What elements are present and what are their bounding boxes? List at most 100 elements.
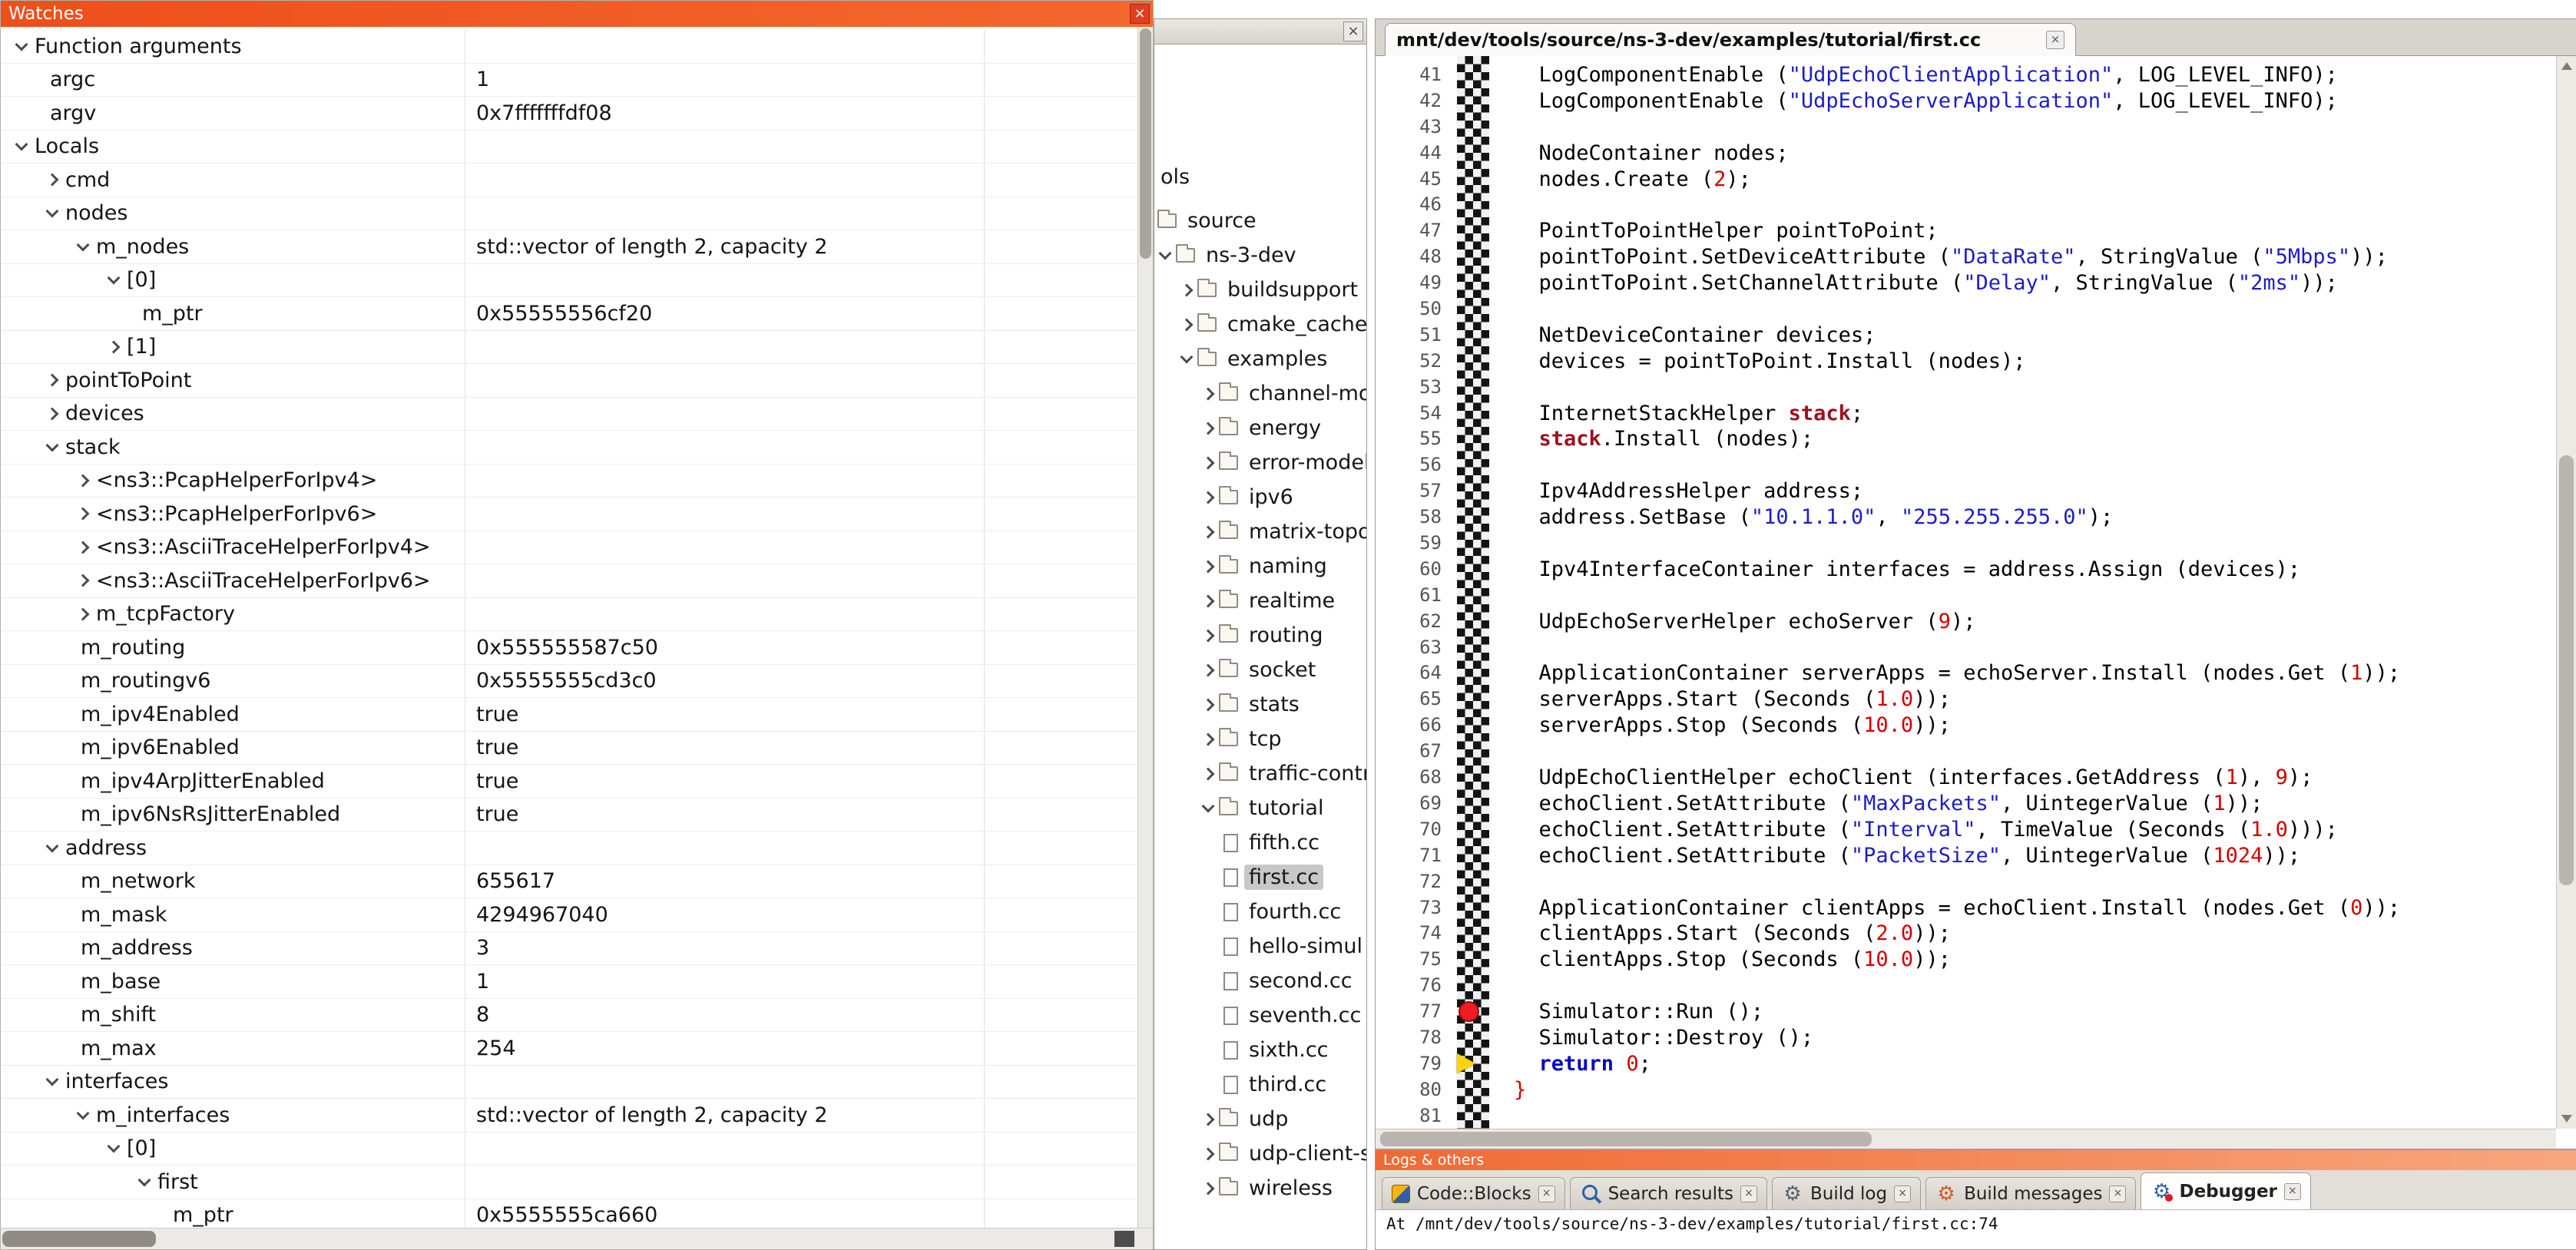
watch-row[interactable]: m_max254 bbox=[1, 1032, 1137, 1066]
expand-icon[interactable] bbox=[1202, 560, 1215, 573]
line-number[interactable]: 48 bbox=[1376, 244, 1449, 270]
expander[interactable] bbox=[1199, 493, 1217, 502]
tree-item-first-cc[interactable]: first.cc bbox=[1154, 860, 1366, 895]
watch-row[interactable]: address bbox=[1, 832, 1137, 865]
watch-row[interactable]: <ns3::AsciiTraceHelperForIpv6> bbox=[1, 564, 1137, 598]
expander[interactable] bbox=[1177, 320, 1196, 329]
expander[interactable] bbox=[1177, 356, 1196, 362]
expand-icon[interactable] bbox=[1202, 767, 1215, 780]
line-number[interactable]: 67 bbox=[1376, 739, 1449, 765]
line-number[interactable]: 50 bbox=[1376, 296, 1449, 322]
expand-icon[interactable] bbox=[46, 174, 59, 187]
watch-row[interactable]: devices bbox=[1, 398, 1137, 432]
line-number[interactable]: 62 bbox=[1376, 609, 1449, 635]
tree-item-fifth-cc[interactable]: fifth.cc bbox=[1154, 825, 1366, 860]
expander[interactable] bbox=[8, 144, 35, 149]
editor-vscrollbar[interactable] bbox=[2556, 56, 2576, 1129]
expand-icon[interactable] bbox=[1180, 318, 1194, 331]
expand-icon[interactable] bbox=[1202, 422, 1215, 435]
line-number[interactable]: 63 bbox=[1376, 635, 1449, 661]
tree-item-examples[interactable]: examples bbox=[1154, 342, 1366, 376]
watch-row[interactable]: cmd bbox=[1, 164, 1137, 197]
tree-item-channel-mod[interactable]: channel-mod bbox=[1154, 376, 1366, 411]
expander[interactable] bbox=[39, 409, 65, 418]
expander[interactable] bbox=[39, 1079, 65, 1084]
expander[interactable] bbox=[39, 175, 65, 184]
line-number[interactable]: 64 bbox=[1376, 660, 1449, 686]
line-number[interactable]: 60 bbox=[1376, 557, 1449, 583]
expand-icon[interactable] bbox=[77, 574, 90, 587]
expander[interactable] bbox=[39, 375, 65, 385]
collapse-icon[interactable] bbox=[108, 272, 121, 285]
collapse-icon[interactable] bbox=[1180, 351, 1194, 364]
scrollbar-thumb[interactable] bbox=[1140, 28, 1151, 259]
watch-row[interactable]: nodes bbox=[1, 197, 1137, 231]
collapse-icon[interactable] bbox=[77, 1106, 90, 1119]
expander[interactable] bbox=[1199, 597, 1217, 606]
close-icon[interactable]: × bbox=[1894, 1186, 1911, 1202]
line-number[interactable]: 66 bbox=[1376, 713, 1449, 739]
tree-item-seventh-cc[interactable]: seventh.cc bbox=[1154, 998, 1366, 1033]
line-number[interactable]: 42 bbox=[1376, 88, 1449, 114]
tree-item-ipv6[interactable]: ipv6 bbox=[1154, 480, 1366, 514]
logs-tab-code-blocks[interactable]: Code::Blocks× bbox=[1382, 1177, 1565, 1209]
watch-row[interactable]: [1] bbox=[1, 331, 1137, 365]
editor-tab-first-cc[interactable]: mnt/dev/tools/source/ns-3-dev/examples/t… bbox=[1385, 23, 2076, 56]
scrollbar-thumb[interactable] bbox=[1380, 1132, 1872, 1146]
close-icon[interactable]: × bbox=[1343, 21, 1363, 41]
tree-item-udp[interactable]: udp bbox=[1154, 1102, 1366, 1136]
expander[interactable] bbox=[101, 1146, 127, 1151]
expander[interactable] bbox=[70, 543, 96, 552]
tree-item-wireless[interactable]: wireless bbox=[1154, 1171, 1366, 1205]
expander[interactable] bbox=[1199, 389, 1217, 398]
tree-item-traffic-contro[interactable]: traffic-contro bbox=[1154, 756, 1366, 791]
watch-row[interactable]: m_routingv60x5555555cd3c0 bbox=[1, 665, 1137, 699]
tree-item-matrix-topol[interactable]: matrix-topol bbox=[1154, 514, 1366, 549]
expand-icon[interactable] bbox=[1202, 698, 1215, 711]
collapse-icon[interactable] bbox=[1159, 247, 1172, 260]
expander[interactable] bbox=[1199, 666, 1217, 675]
watches-hscrollbar[interactable] bbox=[1, 1228, 1153, 1249]
current-line-arrow-icon[interactable] bbox=[1457, 1053, 1475, 1073]
tree-item-udp-client-ser[interactable]: udp-client-ser bbox=[1154, 1136, 1366, 1171]
line-number[interactable]: 59 bbox=[1376, 531, 1449, 557]
watch-row[interactable]: m_ipv4ArpJitterEnabledtrue bbox=[1, 765, 1137, 799]
tree-item-source[interactable]: source bbox=[1154, 203, 1366, 238]
line-number[interactable]: 79 bbox=[1376, 1051, 1449, 1077]
line-number[interactable]: 68 bbox=[1376, 765, 1449, 791]
line-number[interactable]: 55 bbox=[1376, 426, 1449, 452]
watch-row[interactable]: stack bbox=[1, 431, 1137, 465]
collapse-icon[interactable] bbox=[138, 1173, 151, 1186]
close-icon[interactable]: × bbox=[1130, 4, 1150, 24]
expand-icon[interactable] bbox=[1180, 283, 1194, 296]
expander[interactable] bbox=[70, 576, 96, 585]
expand-icon[interactable] bbox=[1202, 525, 1215, 538]
logs-tab-debugger[interactable]: ⚙Debugger× bbox=[2141, 1172, 2310, 1209]
watch-row[interactable]: m_tcpFactory bbox=[1, 598, 1137, 632]
editor-hscrollbar[interactable] bbox=[1376, 1129, 2556, 1149]
tree-item-hello-simul[interactable]: hello-simul bbox=[1154, 929, 1366, 964]
watch-row[interactable]: <ns3::AsciiTraceHelperForIpv4> bbox=[1, 531, 1137, 565]
scrollbar-thumb[interactable] bbox=[2559, 455, 2574, 885]
expand-icon[interactable] bbox=[1202, 594, 1215, 607]
expander[interactable] bbox=[1199, 1184, 1217, 1193]
expand-icon[interactable] bbox=[46, 374, 59, 387]
tree-item-socket[interactable]: socket bbox=[1154, 653, 1366, 687]
watch-row[interactable]: m_ptr0x55555556cf20 bbox=[1, 297, 1137, 331]
watch-row[interactable]: m_ipv6NsRsJitterEnabledtrue bbox=[1, 799, 1137, 832]
collapse-icon[interactable] bbox=[15, 38, 28, 51]
expander[interactable] bbox=[1199, 562, 1217, 571]
tree-item-tcp[interactable]: tcp bbox=[1154, 722, 1366, 756]
expander[interactable] bbox=[1177, 286, 1196, 295]
watch-row[interactable]: m_network655617 bbox=[1, 865, 1137, 899]
expander[interactable] bbox=[1199, 527, 1217, 537]
watch-row[interactable]: Function arguments bbox=[1, 30, 1137, 64]
expand-icon[interactable] bbox=[1202, 663, 1215, 676]
line-number[interactable]: 52 bbox=[1376, 349, 1449, 375]
expand-icon[interactable] bbox=[77, 508, 90, 521]
logs-tab-build-log[interactable]: ⚙Build log× bbox=[1772, 1177, 1921, 1209]
close-icon[interactable]: × bbox=[2284, 1183, 2301, 1200]
expand-icon[interactable] bbox=[1202, 1113, 1215, 1126]
collapse-icon[interactable] bbox=[77, 238, 90, 251]
line-number[interactable]: 44 bbox=[1376, 141, 1449, 167]
